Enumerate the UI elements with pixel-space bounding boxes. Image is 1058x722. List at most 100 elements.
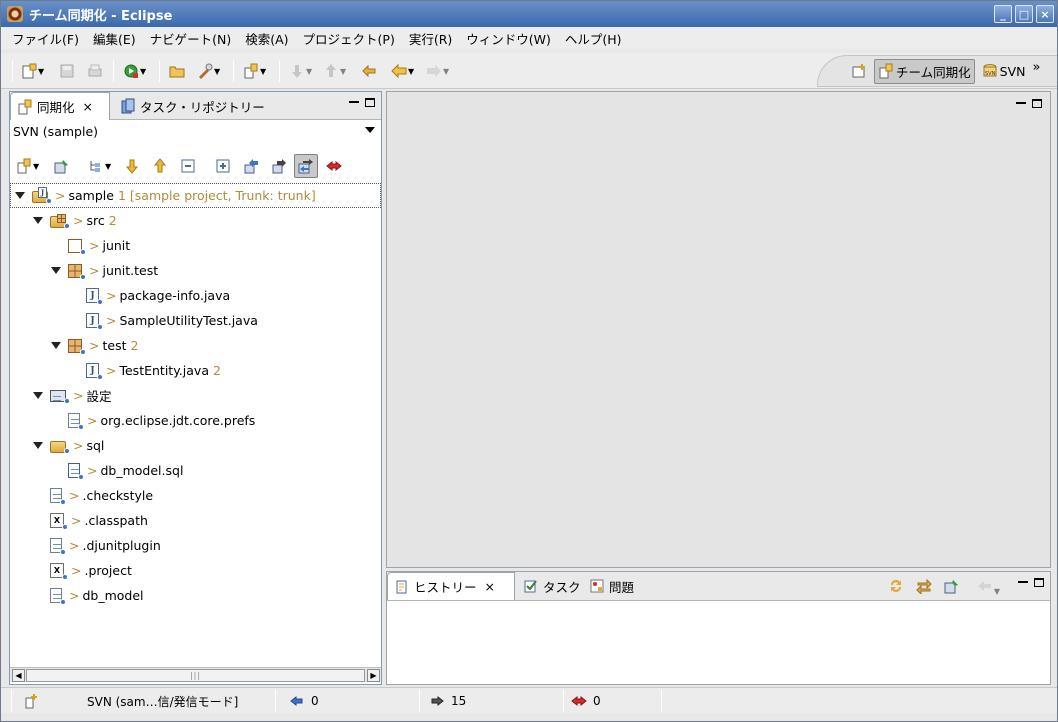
collapse-all-button[interactable] [180,156,196,176]
previous-annotation-button[interactable]: ▼ [323,62,346,80]
menu-navigate[interactable]: ナビゲート(N) [143,29,239,48]
minimize-view-icon[interactable] [349,101,359,104]
maximize-button[interactable]: □ [1015,5,1033,23]
pin-history-button[interactable] [944,578,960,597]
tree-item[interactable]: > sql [10,433,381,458]
close-button[interactable]: × [1036,5,1054,23]
tree-item[interactable]: X > .project [10,558,381,583]
tab-close-icon[interactable]: × [485,579,495,594]
arrow-left-icon [391,63,407,79]
conflicts-mode-button[interactable] [326,156,342,176]
print-button[interactable] [87,62,103,80]
next-annotation-button[interactable]: ▼ [289,62,312,80]
title-bar[interactable]: チーム同期化 - Eclipse _ □ × [1,1,1057,27]
conflicts-count: 0 [593,694,601,708]
tab-synchronize[interactable]: 同期化 × [10,92,110,120]
scrollbar-thumb[interactable]: ||| [26,669,365,682]
open-folder-button[interactable] [169,62,185,80]
incoming-mode-button[interactable] [243,156,259,176]
menu-file[interactable]: ファイル(F) [5,29,86,48]
tree-item[interactable]: > test 2 [10,333,381,358]
tool-button[interactable]: ▼ [197,62,220,80]
tab-history[interactable]: ヒストリー × [387,572,515,600]
status-conflicts[interactable]: 0 [571,688,601,714]
expand-toggle-icon[interactable] [32,440,44,452]
maximize-editor-icon[interactable] [1032,99,1042,108]
minimize-button[interactable]: _ [994,5,1012,23]
expand-toggle-icon[interactable] [14,190,26,202]
open-perspective-button[interactable] [848,61,870,81]
tab-task-repositories[interactable]: タスク・リポジトリー [114,92,271,120]
pin-button[interactable] [54,156,70,176]
menu-help[interactable]: ヘルプ(H) [558,29,629,48]
layout-dropdown-button[interactable]: ▼ [88,156,111,176]
back-button[interactable]: ▼ [391,62,414,80]
synchronize-button[interactable]: ▼ [243,62,266,80]
expand-all-button[interactable] [215,156,231,176]
new-wizard-button[interactable]: ▼ [21,62,44,80]
expand-toggle-icon[interactable] [50,340,62,352]
maximize-view-icon[interactable] [365,98,375,107]
last-edit-location-button[interactable] [361,62,377,80]
menu-search[interactable]: 検索(A) [238,29,295,48]
compare-mode-button[interactable] [916,578,932,597]
menu-run[interactable]: 実行(R) [402,29,459,48]
tab-close-icon[interactable]: × [83,99,93,114]
maximize-view-icon[interactable] [1034,578,1044,587]
tree-item[interactable]: > .checkstyle [10,483,381,508]
link-with-editor-button[interactable] [888,578,904,597]
tree-item[interactable]: > org.eclipse.jdt.core.prefs [10,408,381,433]
minimize-view-icon[interactable] [1018,581,1028,584]
tree-item[interactable]: > db_model.sql [10,458,381,483]
tree-item[interactable]: > src 2 [10,208,381,233]
chevron-down-icon[interactable] [365,127,375,133]
tab-tasks[interactable]: タスク [517,572,587,600]
pin-icon [54,160,68,174]
status-incoming[interactable]: 0 [289,688,319,714]
fast-view-button[interactable] [23,688,39,714]
minimize-editor-icon[interactable] [1016,102,1026,105]
participant-selector[interactable]: SVN (sample) [10,120,381,142]
forward-button[interactable]: ▼ [426,62,449,80]
perspective-team-synchronizing[interactable]: チーム同期化 [874,58,975,84]
editor-area[interactable] [386,91,1051,568]
expand-toggle-icon[interactable] [32,390,44,402]
expand-toggle-icon[interactable] [32,215,44,227]
status-bar: SVN (sam…信/発信モード] 0 15 0 [1,687,1057,713]
menu-window[interactable]: ウィンドウ(W) [459,29,558,48]
scroll-right-icon[interactable]: ▶ [367,669,380,682]
status-outgoing[interactable]: 15 [429,688,466,714]
run-button[interactable]: ▼ [123,62,146,80]
java-icon: J [86,363,103,380]
previous-difference-button[interactable] [152,156,168,176]
horizontal-scrollbar[interactable]: ◀ ||| ▶ [10,667,381,682]
menu-bar: ファイル(F) 編集(E) ナビゲート(N) 検索(A) プロジェクト(P) 実… [1,27,1057,49]
menu-project[interactable]: プロジェクト(P) [296,29,402,48]
tree-item[interactable]: > .djunitplugin [10,533,381,558]
tab-problems[interactable]: 問題 [583,572,640,600]
conflicts-mode-icon [326,160,342,172]
outgoing-change-decorator: > [89,238,100,253]
scroll-left-icon[interactable]: ◀ [12,669,25,682]
menu-edit[interactable]: 編集(E) [86,29,143,48]
tree-item[interactable]: > junit.test [10,258,381,283]
tree-item[interactable]: J > SampleUtilityTest.java [10,308,381,333]
save-button[interactable] [59,62,75,80]
outgoing-mode-button[interactable] [271,156,287,176]
perspective-switcher: チーム同期化 SVN SVN » [817,55,1057,87]
eclipse-app-icon[interactable] [7,6,23,22]
expand-toggle-icon[interactable] [50,265,62,277]
tree-item[interactable]: X > .classpath [10,508,381,533]
perspective-svn[interactable]: SVN SVN [979,61,1029,81]
history-dropdown-button[interactable]: ▼ [977,578,1000,597]
incoming-outgoing-mode-button[interactable] [294,154,318,178]
tree-item[interactable]: > db_model [10,583,381,608]
tree-item[interactable]: > 設定 [10,383,381,408]
next-difference-button[interactable] [124,156,140,176]
more-perspectives-chevron-icon[interactable]: » [1032,60,1040,75]
synchronize-dropdown-button[interactable]: ▼ [16,156,39,176]
tree-item[interactable]: > junit [10,233,381,258]
tree-item[interactable]: J > package-info.java [10,283,381,308]
tree-item[interactable]: J > TestEntity.java 2 [10,358,381,383]
tree-item-project[interactable]: J > sample 1 [sample project, Trunk: trunk] [10,183,381,208]
